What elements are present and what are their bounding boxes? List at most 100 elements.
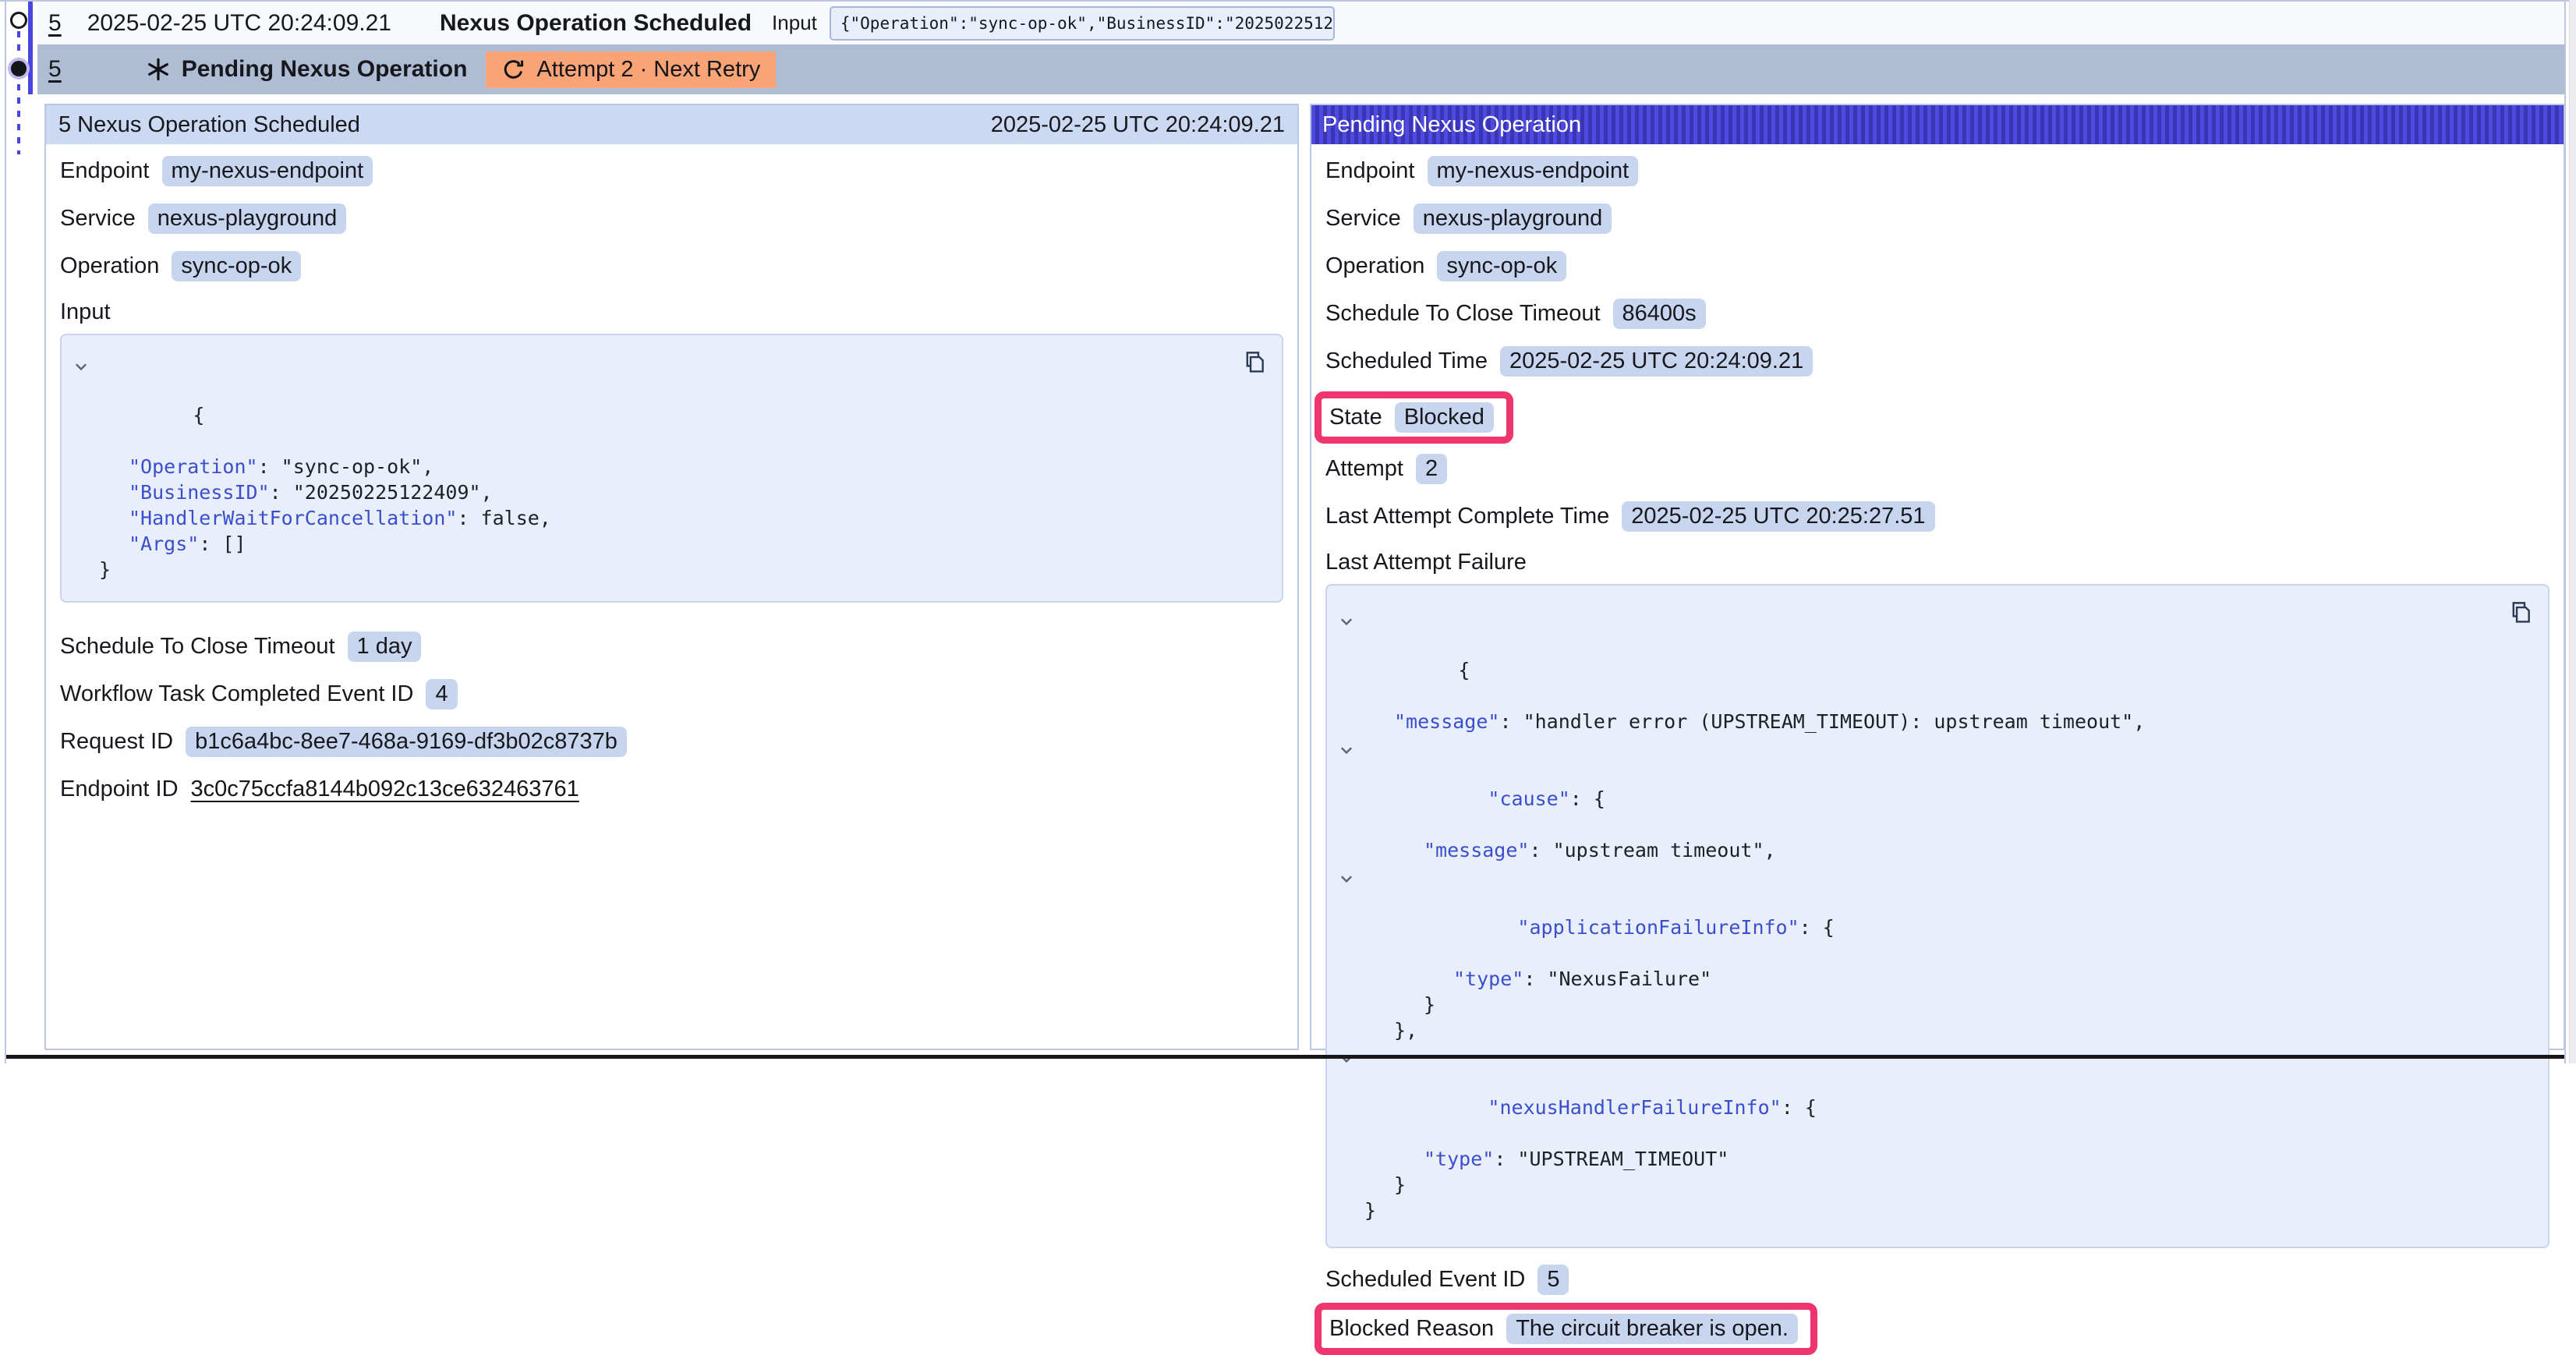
field-value-badge: nexus-playground (1414, 203, 1612, 234)
code-line: } (1327, 992, 2501, 1017)
field-row-request-id: Request ID b1c6a4bc-8ee7-468a-9169-df3b0… (60, 724, 1283, 759)
field-value-badge: 2025-02-25 UTC 20:25:27.51 (1622, 501, 1934, 532)
field-row-scheduled-event-id: Scheduled Event ID 5 (1325, 1262, 2549, 1297)
code-line: "cause": { (1327, 734, 2501, 837)
code-line: "Operation": "sync-op-ok", (62, 454, 1235, 479)
event-group-bar (28, 2, 33, 94)
failure-json-block: { "message": "handler error (UPSTREAM_TI… (1325, 584, 2549, 1248)
copy-icon[interactable] (2507, 598, 2534, 624)
timeline-filled-circle-icon (11, 61, 27, 76)
code-line: } (1327, 1198, 2501, 1223)
field-label: Service (1325, 206, 1401, 232)
event-row-pending[interactable]: 5 Pending Nexus Operation Attempt 2 · Ne… (37, 44, 2564, 94)
input-json-block: { "Operation": "sync-op-ok", "BusinessID… (60, 334, 1283, 603)
field-label: Operation (60, 253, 159, 279)
code-line: "message": "handler error (UPSTREAM_TIME… (1327, 709, 2501, 734)
input-preview-pill: {"Operation":"sync-op-ok","BusinessID":"… (830, 6, 1335, 41)
field-value-badge: my-nexus-endpoint (1428, 156, 1639, 186)
annotation-box: Blocked Reason The circuit breaker is op… (1315, 1303, 1817, 1355)
retry-status-badge: Attempt 2 · Next Retry (486, 51, 776, 88)
scheduled-panel-title: 5 Nexus Operation Scheduled (58, 112, 360, 138)
field-label: Attempt (1325, 456, 1403, 482)
scrollbar-track[interactable] (2569, 0, 2576, 1063)
collapse-caret-icon[interactable] (1338, 610, 1355, 628)
collapse-caret-icon[interactable] (1338, 868, 1355, 885)
code-line: }, (1327, 1017, 2501, 1043)
field-row-service: Service nexus-playground (1325, 201, 2549, 235)
code-line: "Args": [] (62, 531, 1235, 557)
code-line: "applicationFailureInfo": { (1327, 863, 2501, 966)
timeline-open-circle-icon (10, 12, 27, 29)
scheduled-panel-header: 5 Nexus Operation Scheduled 2025-02-25 U… (46, 105, 1297, 144)
annotation-state: State Blocked (1315, 391, 2549, 444)
retry-icon (501, 58, 525, 82)
field-value-badge: 86400s (1613, 299, 1706, 329)
endpoint-id-link[interactable]: 3c0c75ccfa8144b092c13ce632463761 (191, 777, 579, 802)
field-value-badge: sync-op-ok (172, 251, 301, 281)
scheduled-event-panel: 5 Nexus Operation Scheduled 2025-02-25 U… (44, 104, 1299, 1050)
pending-operation-panel: Pending Nexus Operation Endpoint my-nexu… (1310, 104, 2565, 1050)
retry-badge-label: Attempt 2 · Next Retry (536, 57, 760, 83)
event-id-link[interactable]: 5 (48, 56, 62, 83)
code-line: { (1327, 606, 2501, 709)
field-row-operation: Operation sync-op-ok (1325, 249, 2549, 283)
field-row-workflow-task-completed-event-id: Workflow Task Completed Event ID 4 (60, 677, 1283, 711)
field-value-badge: 5 (1537, 1265, 1569, 1295)
blocked-reason-value-badge: The circuit breaker is open. (1506, 1314, 1798, 1344)
pending-panel-title: Pending Nexus Operation (1322, 112, 1581, 138)
last-attempt-failure-label: Last Attempt Failure (1325, 547, 2549, 578)
input-label: Input (772, 11, 817, 35)
field-row-service: Service nexus-playground (60, 201, 1283, 235)
field-row-attempt: Attempt 2 (1325, 451, 2549, 486)
collapse-caret-icon[interactable] (73, 356, 90, 373)
field-label: Blocked Reason (1329, 1316, 1494, 1342)
input-section-label: Input (60, 296, 1283, 327)
field-row-scheduled-time: Scheduled Time 2025-02-25 UTC 20:24:09.2… (1325, 344, 2549, 378)
field-label: Endpoint (1325, 158, 1415, 184)
pending-panel-header: Pending Nexus Operation (1311, 105, 2564, 144)
field-value-badge: 2025-02-25 UTC 20:24:09.21 (1500, 346, 1813, 377)
pending-asterisk-icon (146, 57, 171, 82)
field-label: Endpoint (60, 158, 150, 184)
code-line: { (62, 351, 1235, 454)
field-value-badge: nexus-playground (148, 203, 347, 234)
scheduled-panel-timestamp: 2025-02-25 UTC 20:24:09.21 (991, 112, 1285, 138)
field-row-endpoint: Endpoint my-nexus-endpoint (60, 154, 1283, 188)
field-label: State (1329, 405, 1382, 430)
collapse-caret-icon[interactable] (1338, 739, 1355, 756)
field-label: Schedule To Close Timeout (1325, 301, 1601, 327)
annotation-blocked-reason: Blocked Reason The circuit breaker is op… (1315, 1303, 2549, 1355)
event-timestamp: 2025-02-25 UTC 20:24:09.21 (87, 10, 391, 37)
field-row-schedule-to-close-timeout: Schedule To Close Timeout 1 day (60, 629, 1283, 663)
code-line: "BusinessID": "20250225122409", (62, 479, 1235, 505)
state-value-badge: Blocked (1395, 402, 1494, 433)
bottom-edge-line (6, 1055, 2564, 1059)
field-row-last-attempt-complete-time: Last Attempt Complete Time 2025-02-25 UT… (1325, 499, 2549, 533)
field-value-badge: 2 (1416, 454, 1447, 484)
field-label: Last Attempt Complete Time (1325, 504, 1609, 529)
field-label: Scheduled Time (1325, 348, 1488, 374)
field-label: Schedule To Close Timeout (60, 634, 335, 660)
frame-left-border (5, 0, 6, 1063)
field-value-badge: my-nexus-endpoint (162, 156, 373, 186)
annotation-box: State Blocked (1315, 391, 1513, 444)
field-label: Endpoint ID (60, 777, 179, 802)
event-row-scheduled[interactable]: 5 2025-02-25 UTC 20:24:09.21 Nexus Opera… (37, 2, 2564, 44)
field-label: Request ID (60, 729, 173, 755)
field-row-endpoint: Endpoint my-nexus-endpoint (1325, 154, 2549, 188)
field-row-endpoint-id: Endpoint ID 3c0c75ccfa8144b092c13ce63246… (60, 772, 1283, 806)
pending-title: Pending Nexus Operation (182, 56, 468, 83)
code-line: "message": "upstream timeout", (1327, 837, 2501, 863)
copy-icon[interactable] (1241, 348, 1268, 374)
code-line: "type": "NexusFailure" (1327, 966, 2501, 992)
field-label: Service (60, 206, 136, 232)
field-value-badge: 4 (426, 679, 457, 709)
field-row-operation: Operation sync-op-ok (60, 249, 1283, 283)
event-id-link[interactable]: 5 (48, 10, 62, 37)
code-line: "type": "UPSTREAM_TIMEOUT" (1327, 1146, 2501, 1172)
field-value-badge: 1 day (348, 632, 422, 662)
code-line: "HandlerWaitForCancellation": false, (62, 505, 1235, 531)
field-label: Operation (1325, 253, 1424, 279)
field-value-badge: b1c6a4bc-8ee7-468a-9169-df3b02c8737b (186, 727, 627, 757)
code-line: } (1327, 1172, 2501, 1198)
